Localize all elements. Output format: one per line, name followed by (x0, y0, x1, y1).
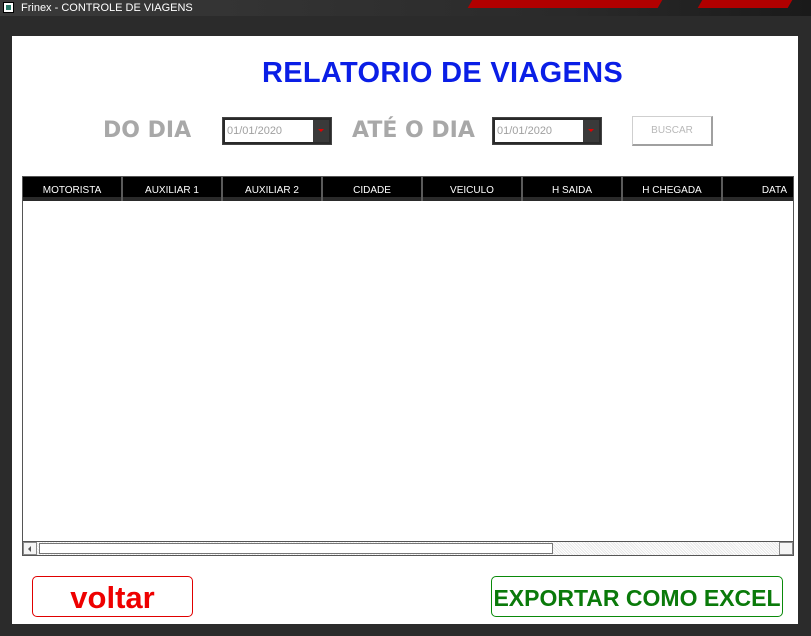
back-button[interactable]: voltar (32, 576, 193, 617)
to-date-value[interactable]: 01/01/2020 (495, 120, 585, 142)
column-header-veiculo[interactable]: VEICULO (423, 177, 523, 201)
column-header-cidade[interactable]: CIDADE (323, 177, 423, 201)
table-header: MOTORISTA AUXILIAR 1 AUXILIAR 2 CIDADE V… (23, 177, 793, 201)
app-icon (3, 2, 14, 13)
horizontal-scrollbar[interactable] (23, 541, 793, 555)
column-header-auxiliar-1[interactable]: AUXILIAR 1 (123, 177, 223, 201)
from-date-label: DO DIA (103, 118, 192, 143)
to-date-picker[interactable]: 01/01/2020 (492, 117, 602, 145)
scrollbar-thumb[interactable] (39, 543, 553, 554)
trips-table[interactable]: MOTORISTA AUXILIAR 1 AUXILIAR 2 CIDADE V… (22, 176, 794, 556)
chevron-down-icon[interactable] (313, 120, 329, 142)
from-date-value[interactable]: 01/01/2020 (225, 120, 315, 142)
search-button[interactable]: BUSCAR (632, 116, 713, 146)
column-header-data[interactable]: DATA (723, 177, 793, 201)
window-titlebar[interactable]: Frinex - CONTROLE DE VIAGENS (0, 0, 811, 16)
window-title: Frinex - CONTROLE DE VIAGENS (21, 2, 193, 14)
export-excel-button[interactable]: EXPORTAR COMO EXCEL (491, 576, 783, 617)
scroll-left-arrow-icon[interactable] (23, 542, 37, 555)
column-header-motorista[interactable]: MOTORISTA (23, 177, 123, 201)
scroll-right-arrow-icon[interactable] (779, 542, 793, 555)
column-header-h-chegada[interactable]: H CHEGADA (623, 177, 723, 201)
column-header-auxiliar-2[interactable]: AUXILIAR 2 (223, 177, 323, 201)
page-title: RELATORIO DE VIAGENS (261, 57, 624, 89)
from-date-picker[interactable]: 01/01/2020 (222, 117, 332, 145)
chevron-down-icon[interactable] (583, 120, 599, 142)
decorative-stripe (697, 0, 793, 8)
to-date-label: ATÉ O DIA (352, 118, 475, 143)
column-header-h-saida[interactable]: H SAIDA (523, 177, 623, 201)
decorative-stripe (467, 0, 663, 8)
